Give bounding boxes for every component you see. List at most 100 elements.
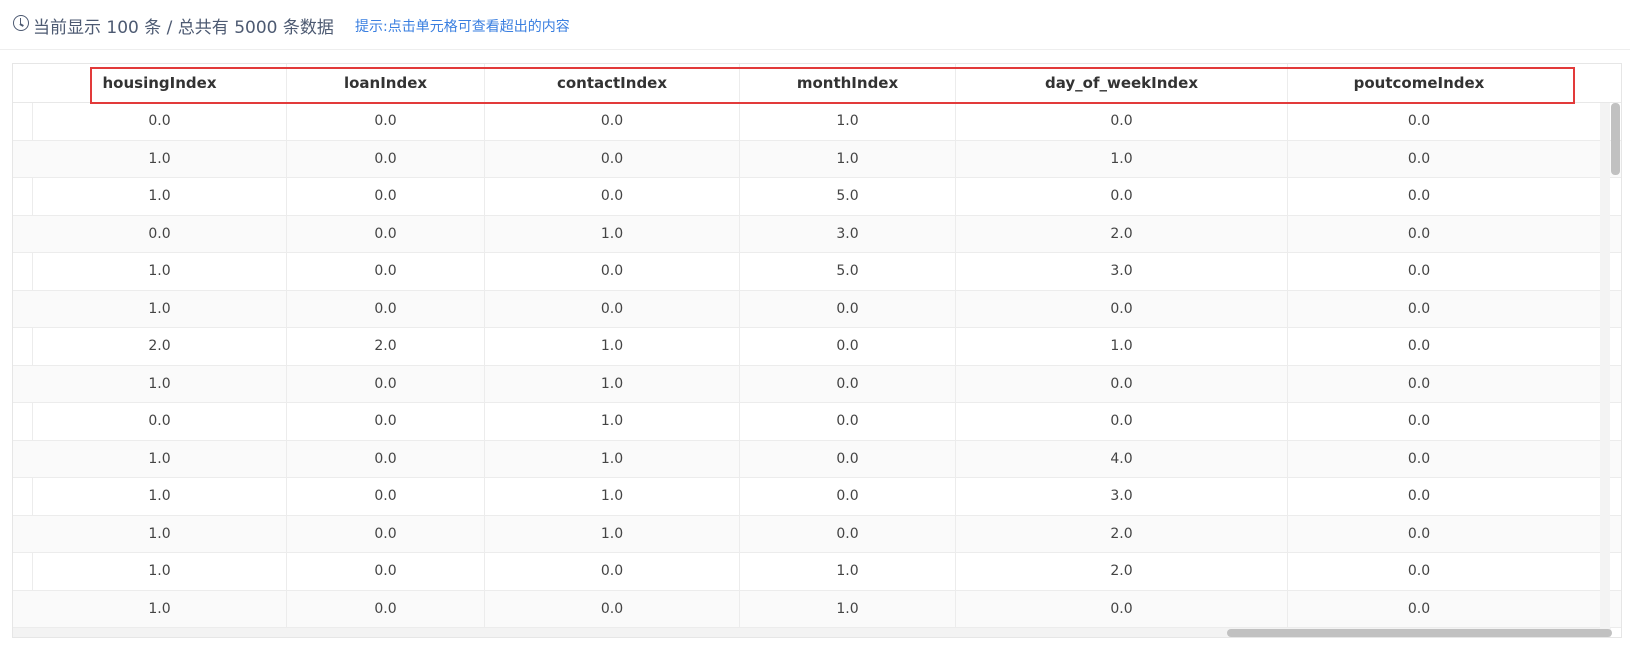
table-cell[interactable]: 3.0 xyxy=(956,253,1288,290)
table-cell[interactable]: 0.0 xyxy=(287,590,485,627)
table-cell[interactable]: 1.0 xyxy=(740,140,956,177)
table-cell[interactable]: 0.0 xyxy=(287,103,485,140)
table-cell[interactable]: 0.0 xyxy=(740,440,956,477)
table-cell[interactable]: 0.0 xyxy=(1288,366,1550,403)
table-cell[interactable]: 0.0 xyxy=(287,215,485,252)
table-cell[interactable]: 0.0 xyxy=(287,140,485,177)
table-cell[interactable]: 0.0 xyxy=(956,290,1288,327)
column-header-loanIndex[interactable]: loanIndex xyxy=(287,64,485,102)
table-cell[interactable]: 0.0 xyxy=(1288,291,1550,328)
table-cell[interactable]: 1.0 xyxy=(485,440,740,477)
table-cell[interactable]: 0.0 xyxy=(485,140,740,177)
table-cell[interactable]: 4.0 xyxy=(956,440,1288,477)
table-cell[interactable]: 0.0 xyxy=(956,103,1288,140)
table-row[interactable]: 1.0 0.0 1.0 0.0 3.0 0.0 xyxy=(13,478,1621,516)
table-cell[interactable]: 1.0 xyxy=(485,215,740,252)
table-cell[interactable]: 1.0 xyxy=(33,140,287,177)
table-cell[interactable]: 2.0 xyxy=(33,328,287,365)
table-body[interactable]: 0.0 0.0 0.0 1.0 0.0 0.0 1.0 0.0 0.0 1.0 1.0 0.0 1.0 0… xyxy=(13,103,1621,633)
table-cell[interactable]: 0.0 xyxy=(740,403,956,440)
table-cell[interactable]: 1.0 xyxy=(740,103,956,140)
data-table[interactable]: housingIndex loanIndex contactIndex mont… xyxy=(12,63,1622,638)
table-cell[interactable]: 1.0 xyxy=(33,590,287,627)
table-cell[interactable]: 1.0 xyxy=(33,365,287,402)
table-cell[interactable]: 0.0 xyxy=(1288,441,1550,478)
table-cell[interactable]: 0.0 xyxy=(485,553,740,590)
table-cell[interactable]: 0.0 xyxy=(1288,103,1550,140)
table-cell[interactable]: 0.0 xyxy=(1288,403,1550,440)
table-row[interactable]: 1.0 0.0 0.0 5.0 0.0 0.0 xyxy=(13,178,1621,216)
vertical-scrollbar-track[interactable] xyxy=(1600,103,1610,628)
column-header-contactIndex[interactable]: contactIndex xyxy=(485,64,740,102)
table-cell[interactable]: 1.0 xyxy=(33,553,287,590)
table-cell[interactable]: 0.0 xyxy=(1288,141,1550,178)
table-cell[interactable]: 1.0 xyxy=(33,253,287,290)
table-cell[interactable]: 0.0 xyxy=(740,290,956,327)
table-row[interactable]: 2.0 2.0 1.0 0.0 1.0 0.0 xyxy=(13,328,1621,366)
table-cell[interactable]: 0.0 xyxy=(287,478,485,515)
column-header-day-of-weekIndex[interactable]: day_of_weekIndex xyxy=(956,64,1288,102)
table-cell[interactable]: 0.0 xyxy=(740,328,956,365)
table-cell[interactable]: 0.0 xyxy=(740,515,956,552)
table-cell[interactable]: 0.0 xyxy=(287,290,485,327)
table-cell[interactable]: 0.0 xyxy=(1288,328,1550,365)
table-cell[interactable]: 0.0 xyxy=(33,103,287,140)
table-cell[interactable]: 0.0 xyxy=(485,590,740,627)
table-cell[interactable]: 3.0 xyxy=(740,215,956,252)
table-cell[interactable]: 0.0 xyxy=(1288,478,1550,515)
table-cell[interactable]: 1.0 xyxy=(956,328,1288,365)
column-header-housingIndex[interactable]: housingIndex xyxy=(33,64,287,102)
table-cell[interactable]: 0.0 xyxy=(33,215,287,252)
table-cell[interactable]: 0.0 xyxy=(956,403,1288,440)
table-cell[interactable]: 1.0 xyxy=(485,328,740,365)
table-row[interactable]: 1.0 0.0 0.0 1.0 2.0 0.0 xyxy=(13,553,1621,591)
vertical-scrollbar-thumb[interactable] xyxy=(1611,103,1620,175)
table-cell[interactable]: 0.0 xyxy=(287,365,485,402)
table-row[interactable]: 1.0 0.0 0.0 5.0 3.0 0.0 xyxy=(13,253,1621,291)
table-cell[interactable]: 0.0 xyxy=(740,478,956,515)
table-cell[interactable]: 3.0 xyxy=(956,478,1288,515)
table-row[interactable]: 1.0 0.0 0.0 0.0 0.0 0.0 xyxy=(13,290,1621,328)
table-row[interactable]: 1.0 0.0 1.0 0.0 2.0 0.0 xyxy=(13,515,1621,553)
table-cell[interactable]: 0.0 xyxy=(33,403,287,440)
table-cell[interactable]: 0.0 xyxy=(1288,553,1550,590)
table-cell[interactable]: 1.0 xyxy=(740,553,956,590)
table-cell[interactable]: 5.0 xyxy=(740,253,956,290)
table-cell[interactable]: 1.0 xyxy=(33,478,287,515)
table-cell[interactable]: 2.0 xyxy=(287,328,485,365)
table-cell[interactable]: 0.0 xyxy=(287,403,485,440)
table-cell[interactable]: 1.0 xyxy=(485,365,740,402)
table-cell[interactable]: 2.0 xyxy=(956,553,1288,590)
table-cell[interactable]: 2.0 xyxy=(956,515,1288,552)
table-row[interactable]: 1.0 0.0 0.0 1.0 1.0 0.0 xyxy=(13,140,1621,178)
table-cell[interactable]: 0.0 xyxy=(287,178,485,215)
table-cell[interactable]: 0.0 xyxy=(485,290,740,327)
table-cell[interactable]: 0.0 xyxy=(287,515,485,552)
table-cell[interactable]: 0.0 xyxy=(485,178,740,215)
table-cell[interactable]: 0.0 xyxy=(287,253,485,290)
table-cell[interactable]: 1.0 xyxy=(33,515,287,552)
table-cell[interactable]: 0.0 xyxy=(1288,253,1550,290)
table-cell[interactable]: 0.0 xyxy=(956,590,1288,627)
table-cell[interactable]: 1.0 xyxy=(33,178,287,215)
table-cell[interactable]: 0.0 xyxy=(1288,591,1550,628)
table-row[interactable]: 1.0 0.0 1.0 0.0 4.0 0.0 xyxy=(13,440,1621,478)
table-cell[interactable]: 2.0 xyxy=(956,215,1288,252)
table-cell[interactable]: 1.0 xyxy=(740,590,956,627)
table-cell[interactable]: 5.0 xyxy=(740,178,956,215)
table-row[interactable]: 1.0 0.0 0.0 1.0 0.0 0.0 xyxy=(13,590,1621,628)
table-cell[interactable]: 1.0 xyxy=(33,290,287,327)
table-cell[interactable]: 0.0 xyxy=(1288,178,1550,215)
table-cell[interactable]: 1.0 xyxy=(485,478,740,515)
table-row[interactable]: 1.0 0.0 1.0 0.0 0.0 0.0 xyxy=(13,365,1621,403)
table-cell[interactable]: 1.0 xyxy=(33,440,287,477)
table-cell[interactable]: 0.0 xyxy=(485,103,740,140)
table-row[interactable]: 0.0 0.0 1.0 3.0 2.0 0.0 xyxy=(13,215,1621,253)
table-cell[interactable]: 0.0 xyxy=(956,365,1288,402)
column-header-monthIndex[interactable]: monthIndex xyxy=(740,64,956,102)
table-row[interactable]: 0.0 0.0 1.0 0.0 0.0 0.0 xyxy=(13,403,1621,441)
table-cell[interactable]: 0.0 xyxy=(956,178,1288,215)
horizontal-scrollbar-thumb[interactable] xyxy=(1227,629,1612,637)
table-cell[interactable]: 1.0 xyxy=(956,140,1288,177)
table-cell[interactable]: 0.0 xyxy=(1288,216,1550,253)
